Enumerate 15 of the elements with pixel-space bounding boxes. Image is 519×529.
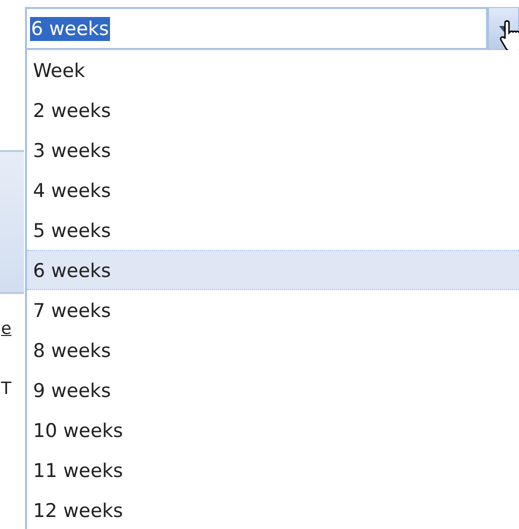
link[interactable]: e <box>1 318 12 340</box>
dropdown-option[interactable]: Week <box>27 50 519 90</box>
dropdown-option[interactable]: 7 weeks <box>27 290 519 330</box>
dropdown-option[interactable]: 9 weeks <box>27 370 519 410</box>
label: T <box>1 378 12 400</box>
dropdown-option[interactable]: 8 weeks <box>27 330 519 370</box>
dropdown-option[interactable]: 4 weeks <box>27 170 519 210</box>
dropdown-option[interactable]: 10 weeks <box>27 410 519 450</box>
dropdown-option[interactable]: 5 weeks <box>27 210 519 250</box>
combobox-field[interactable]: 6 weeks <box>25 7 488 50</box>
dropdown-option[interactable]: 3 weeks <box>27 130 519 170</box>
dropdown-option[interactable]: 6 weeks <box>27 250 519 290</box>
dropdown-option[interactable]: 11 weeks <box>27 450 519 490</box>
dropdown-option[interactable]: 2 weeks <box>27 90 519 130</box>
dropdown-option[interactable]: 12 weeks <box>27 490 519 529</box>
